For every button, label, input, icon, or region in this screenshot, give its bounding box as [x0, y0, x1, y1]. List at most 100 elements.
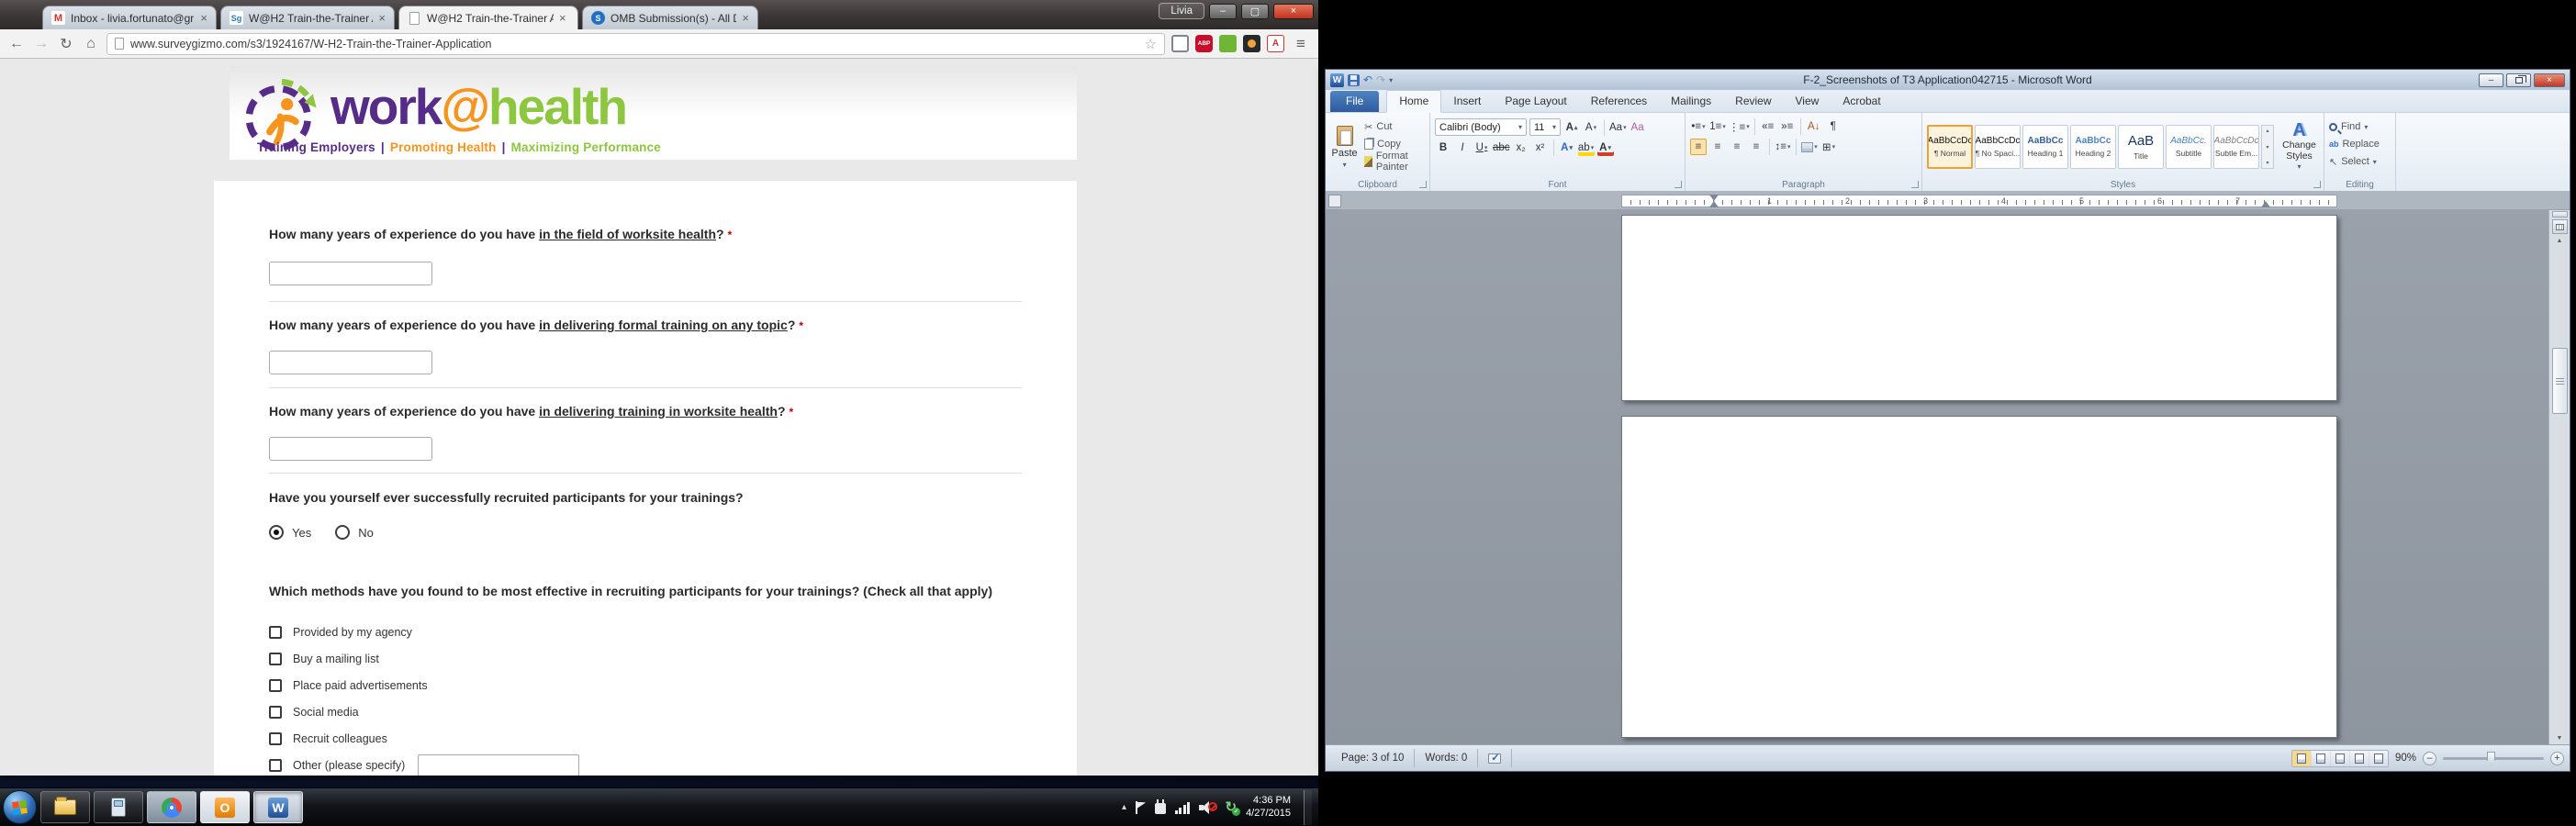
radio-no[interactable]	[335, 525, 351, 540]
tab-surveygizmo-admin[interactable]: Sg W@H2 Train-the-Trainer A ×	[220, 6, 395, 29]
multilevel-list-button[interactable]: ⋮≡ ▾	[1729, 118, 1750, 135]
bold-button[interactable]: B	[1435, 140, 1451, 156]
select-button[interactable]: ↖ Select ▾	[2329, 154, 2380, 169]
change-case-button[interactable]: Aa ▾	[1609, 119, 1627, 136]
adblock-extension-icon[interactable]: ABP	[1195, 35, 1213, 52]
outline-view-button[interactable]	[2349, 750, 2369, 766]
underline-button[interactable]: U ▾	[1473, 140, 1490, 156]
dialog-launcher-icon[interactable]	[1911, 181, 1919, 188]
vertical-scrollbar[interactable]: ▲ ▼	[2548, 210, 2570, 744]
reload-icon[interactable]: ↻	[57, 35, 75, 53]
word-app-icon[interactable]: W	[1330, 73, 1344, 87]
word-count[interactable]: Words: 0	[1415, 749, 1479, 767]
show-paragraph-marks-button[interactable]: ¶	[1825, 118, 1842, 135]
print-layout-view-button[interactable]	[2291, 750, 2311, 766]
other-specify-input[interactable]	[418, 754, 580, 776]
borders-button[interactable]: ⊞ ▾	[1820, 139, 1837, 155]
shading-button[interactable]: ▾	[1801, 139, 1818, 155]
home-icon[interactable]: ⌂	[82, 36, 100, 52]
ruler-toggle-button[interactable]	[2551, 219, 2568, 234]
cut-button[interactable]: ✂ Cut	[1364, 119, 1425, 134]
zoom-in-button[interactable]: +	[2550, 751, 2564, 765]
style-title[interactable]: AaB Title	[2118, 125, 2164, 169]
sync-icon[interactable]: ↻ ✓	[1225, 800, 1241, 816]
checkbox-social-media[interactable]	[269, 706, 282, 719]
scroll-down-icon[interactable]: ▼	[2557, 735, 2563, 742]
checkbox-recruit-colleagues[interactable]	[269, 732, 282, 745]
superscript-button[interactable]: x²	[1532, 140, 1549, 156]
taskbar-calculator-button[interactable]	[94, 791, 143, 823]
minimize-button[interactable]: –	[1209, 3, 1237, 19]
tray-expand-icon[interactable]: ▴	[1122, 802, 1126, 812]
text-effects-button[interactable]: A ▾	[1559, 140, 1575, 156]
dialog-launcher-icon[interactable]	[1419, 181, 1427, 188]
spellcheck-status[interactable]: ✓	[1478, 749, 1513, 767]
decrease-indent-button[interactable]: «≡	[1760, 118, 1776, 135]
back-icon[interactable]: ←	[7, 36, 26, 52]
tab-review[interactable]: Review	[1723, 91, 1783, 112]
page-indicator[interactable]: Page: 3 of 10	[1331, 749, 1416, 767]
web-layout-view-button[interactable]	[2330, 750, 2349, 766]
change-styles-button[interactable]: A Change Styles ▾	[2279, 117, 2319, 177]
numbering-button[interactable]: 1≡ ▾	[1709, 118, 1726, 135]
scroll-up-icon[interactable]: ▲	[2557, 238, 2563, 244]
first-line-indent-marker[interactable]	[1709, 195, 1719, 201]
dialog-launcher-icon[interactable]	[2313, 181, 2321, 188]
url-text[interactable]: www.surveygizmo.com/s3/1924167/W-H2-Trai…	[130, 38, 1138, 50]
document-page-2[interactable]	[1621, 416, 2337, 738]
acrobat-extension-icon[interactable]: A	[1267, 35, 1284, 52]
increase-indent-button[interactable]: »≡	[1779, 118, 1796, 135]
format-painter-button[interactable]: Format Painter	[1364, 151, 1425, 173]
scroll-up-icon[interactable]: ▴	[2266, 128, 2268, 134]
copy-button[interactable]: Copy	[1364, 137, 1425, 151]
style-subtitle[interactable]: AaBbCc. Subtitle	[2166, 125, 2212, 169]
bullets-button[interactable]: •≡ ▾	[1690, 118, 1707, 135]
close-button[interactable]: ×	[1273, 3, 1314, 19]
tab-stop-selector[interactable]	[1328, 195, 1341, 207]
paste-dropdown-icon[interactable]: ▾	[1343, 161, 1347, 169]
grow-font-button[interactable]: A ▴	[1563, 119, 1580, 136]
font-family-combo[interactable]: Calibri (Body) ▾	[1435, 118, 1527, 136]
replace-button[interactable]: ab Replace	[2329, 137, 2380, 151]
right-indent-marker[interactable]	[2261, 201, 2270, 207]
tab-page-layout[interactable]: Page Layout	[1493, 91, 1578, 112]
checkbox-provided-by-agency[interactable]	[269, 626, 282, 639]
restore-button[interactable]	[2506, 73, 2531, 87]
action-center-flag-icon[interactable]	[1135, 800, 1146, 814]
paste-button[interactable]: Paste ▾	[1330, 117, 1359, 177]
left-indent-marker[interactable]	[1709, 201, 1719, 207]
chrome-profile-button[interactable]: Livia	[1159, 3, 1204, 19]
qat-customize-icon[interactable]: ▾	[1389, 76, 1393, 84]
style-heading-2[interactable]: AaBbCc Heading 2	[2070, 125, 2116, 169]
find-button[interactable]: Find ▾	[2329, 119, 2380, 134]
styles-gallery-scrollbar[interactable]: ▴ ▾ ▾	[2261, 125, 2274, 169]
tab-omb-submissions[interactable]: S OMB Submission(s) - All D ×	[582, 6, 758, 29]
bookmark-star-icon[interactable]: ☆	[1145, 36, 1157, 52]
tab-close-icon[interactable]: ×	[742, 12, 749, 24]
forward-icon[interactable]: →	[32, 36, 50, 52]
zoom-slider[interactable]	[2443, 751, 2544, 765]
q3-years-input[interactable]	[269, 437, 432, 461]
sort-button[interactable]: A↓	[1806, 118, 1822, 135]
q2-years-input[interactable]	[269, 351, 432, 374]
justify-button[interactable]: ≡	[1748, 139, 1764, 155]
ruler-band[interactable]: 1 2 3 4 5 6 7	[1621, 195, 2337, 207]
chrome-menu-icon[interactable]: ≡	[1291, 35, 1311, 53]
tab-acrobat[interactable]: Acrobat	[1831, 91, 1892, 112]
taskbar-explorer-button[interactable]	[40, 791, 90, 823]
taskbar-outlook-button[interactable]: O	[200, 791, 250, 823]
tab-mailings[interactable]: Mailings	[1659, 91, 1723, 112]
taskbar-clock[interactable]: 4:36 PM 4/27/2015	[1246, 795, 1291, 820]
style-no-spacing[interactable]: AaBbCcDc ¶ No Spaci...	[1975, 125, 2021, 169]
checkbox-other[interactable]	[269, 759, 282, 772]
subscript-button[interactable]: x₂	[1513, 140, 1529, 156]
font-color-button[interactable]: A ▾	[1597, 140, 1614, 156]
power-plug-icon[interactable]	[1154, 799, 1166, 814]
clear-formatting-button[interactable]: Aa	[1630, 119, 1646, 136]
style-subtle-emphasis[interactable]: AaBbCcDc Subtle Em...	[2213, 125, 2259, 169]
save-icon[interactable]	[1348, 73, 1360, 86]
dialog-launcher-icon[interactable]	[1674, 181, 1682, 188]
font-size-combo[interactable]: 11 ▾	[1529, 118, 1561, 136]
tab-file[interactable]: File	[1330, 91, 1380, 112]
tab-insert[interactable]: Insert	[1441, 91, 1493, 112]
